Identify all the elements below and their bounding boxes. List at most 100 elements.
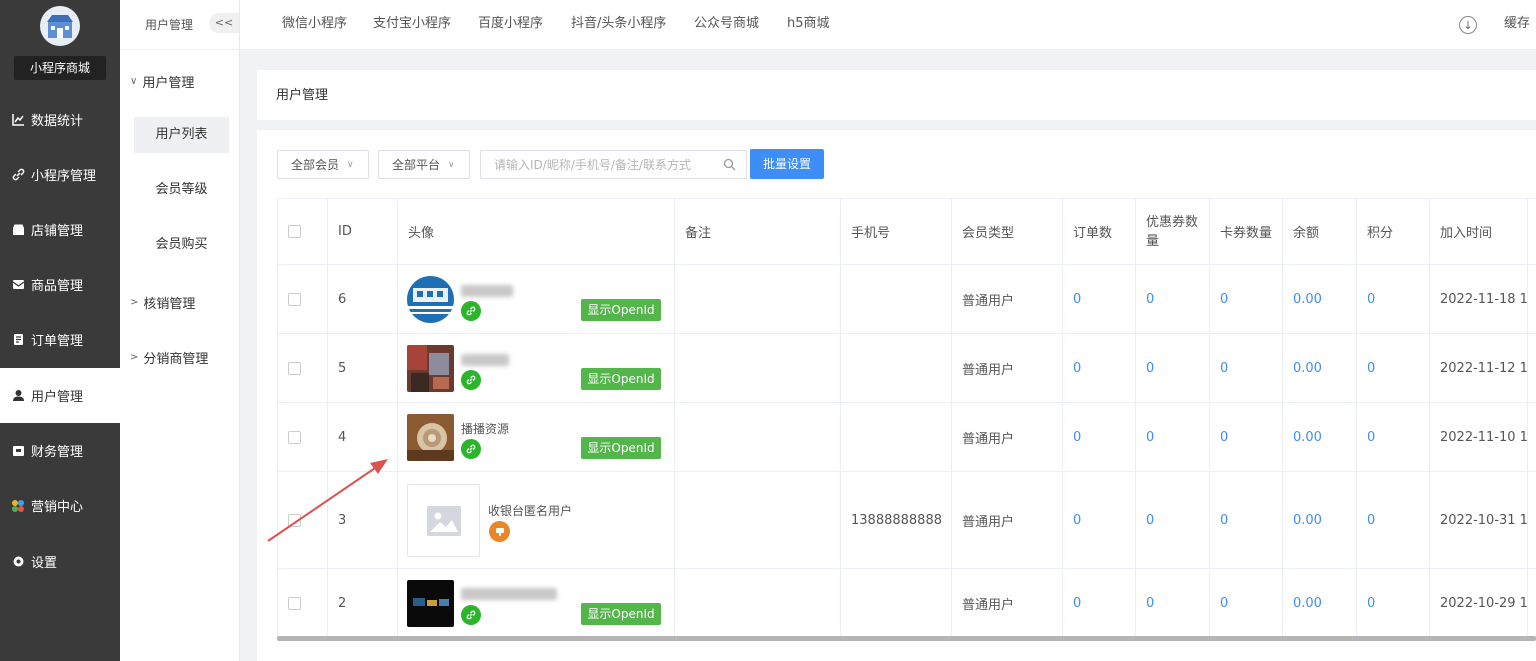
cell-id: 5	[328, 334, 398, 402]
cell-points[interactable]: 0	[1357, 403, 1430, 471]
cell-card-count[interactable]: 0	[1210, 334, 1283, 402]
cell-card-count[interactable]: 0	[1210, 569, 1283, 637]
avatar	[407, 580, 454, 627]
nav-item-marketing[interactable]: 营销中心	[0, 478, 120, 533]
row-checkbox[interactable]	[288, 513, 301, 527]
table-row[interactable]: 4 播播资源 显示OpenId 普通用户 0 0 0 0.00 0 2022-1…	[278, 403, 1536, 472]
show-openid-button[interactable]: 显示OpenId	[581, 299, 661, 321]
member-filter-select[interactable]: 全部会员 ∨	[277, 150, 369, 179]
cell-coupon-count[interactable]: 0	[1136, 472, 1210, 568]
cell-balance[interactable]: 0.00	[1283, 265, 1357, 333]
nav-item-settings[interactable]: 设置	[0, 534, 120, 589]
user-nickname	[461, 586, 557, 600]
sub-item-member-purchase[interactable]: 会员购买	[134, 227, 229, 263]
nav-item-finance[interactable]: 财务管理	[0, 423, 120, 478]
sub-sidebar: 用户管理 << ∨ 用户管理 用户列表 会员等级 会员购买 > 核销管理 > 分…	[120, 0, 240, 661]
row-checkbox[interactable]	[288, 361, 301, 375]
user-nickname: 播播资源	[461, 422, 510, 436]
collapse-sidebar-button[interactable]: <<	[209, 13, 239, 33]
cell-join-time: 2022-11-10 17:	[1430, 403, 1528, 471]
cell-balance[interactable]: 0.00	[1283, 403, 1357, 471]
table-row[interactable]: 2 显示OpenId 普通用户 0 0 0 0.00 0 2022-10-29 …	[278, 569, 1536, 638]
nav-label: 店铺管理	[31, 224, 84, 239]
batch-settings-button[interactable]: 批量设置	[750, 149, 824, 179]
nav-item-miniprogram[interactable]: 小程序管理	[0, 147, 120, 202]
link-icon	[11, 168, 25, 182]
tab-h5-mall[interactable]: h5商城	[787, 0, 830, 50]
table-row[interactable]: 3 收银台匿名用户 13888888888 普通用户 0 0 0 0.00 0 …	[278, 472, 1536, 569]
sub-group-distributor[interactable]: > 分销商管理	[130, 348, 208, 367]
cell-card-count[interactable]: 0	[1210, 472, 1283, 568]
cell-remark	[675, 472, 841, 568]
cell-points[interactable]: 0	[1357, 334, 1430, 402]
row-checkbox[interactable]	[288, 430, 301, 444]
table-header-row: ID 头像 备注 手机号 会员类型 订单数 优惠券数量 卡券数量 余额 积分 加…	[278, 199, 1536, 265]
cell-points[interactable]: 0	[1357, 265, 1430, 333]
tab-baidu-miniprogram[interactable]: 百度小程序	[478, 0, 543, 50]
cell-card-count[interactable]: 0	[1210, 265, 1283, 333]
download-icon[interactable]: ↓	[1459, 16, 1477, 34]
cell-points[interactable]: 0	[1357, 472, 1430, 568]
row-select-cell	[278, 403, 328, 471]
select-all-checkbox[interactable]	[288, 225, 301, 238]
sub-item-member-level[interactable]: 会员等级	[134, 172, 229, 208]
cell-phone	[841, 569, 952, 637]
cell-remark	[675, 334, 841, 402]
cell-card-count[interactable]: 0	[1210, 403, 1283, 471]
header-phone: 手机号	[841, 199, 952, 264]
show-openid-button[interactable]: 显示OpenId	[581, 437, 661, 459]
cell-balance[interactable]: 0.00	[1283, 569, 1357, 637]
sub-group-user-management[interactable]: ∨ 用户管理	[130, 72, 194, 91]
cell-member-type: 普通用户	[952, 334, 1063, 402]
cell-coupon-count[interactable]: 0	[1136, 569, 1210, 637]
cell-order-count[interactable]: 0	[1063, 569, 1136, 637]
nav-item-store[interactable]: 店铺管理	[0, 202, 120, 257]
row-checkbox[interactable]	[288, 292, 301, 306]
cell-balance[interactable]: 0.00	[1283, 334, 1357, 402]
cell-member-type: 普通用户	[952, 265, 1063, 333]
user-table: ID 头像 备注 手机号 会员类型 订单数 优惠券数量 卡券数量 余额 积分 加…	[277, 198, 1536, 639]
tab-wechat-miniprogram[interactable]: 微信小程序	[282, 0, 347, 50]
nav-label: 财务管理	[31, 445, 84, 460]
header-remark: 备注	[675, 199, 841, 264]
tab-alipay-miniprogram[interactable]: 支付宝小程序	[373, 0, 451, 50]
sub-group-verification[interactable]: > 核销管理	[130, 293, 195, 312]
search-input[interactable]: 请输入ID/昵称/手机号/备注/联系方式	[480, 150, 747, 179]
horizontal-scrollbar[interactable]	[277, 636, 1536, 641]
nav-item-goods[interactable]: 商品管理	[0, 257, 120, 312]
cache-button[interactable]: 缓存	[1504, 0, 1530, 48]
tab-official-account-mall[interactable]: 公众号商城	[694, 0, 759, 50]
tab-douyin-miniprogram[interactable]: 抖音/头条小程序	[571, 0, 666, 50]
show-openid-button[interactable]: 显示OpenId	[581, 368, 661, 390]
nav-item-users[interactable]: 用户管理	[0, 368, 120, 423]
marketing-icon	[11, 499, 25, 513]
store-logo-icon	[40, 6, 80, 46]
table-row[interactable]: 5 显示OpenId 普通用户 0 0 0 0.00 0 2022-11-12 …	[278, 334, 1536, 403]
gear-icon	[11, 555, 25, 569]
cell-coupon-count[interactable]: 0	[1136, 403, 1210, 471]
platform-filter-select[interactable]: 全部平台 ∨	[378, 150, 470, 179]
nav-item-orders[interactable]: 订单管理	[0, 312, 120, 367]
nav-item-statistics[interactable]: 数据统计	[0, 92, 120, 147]
order-icon	[11, 333, 25, 347]
blurred-nickname	[461, 587, 557, 600]
cell-order-count[interactable]: 0	[1063, 265, 1136, 333]
cell-points[interactable]: 0	[1357, 569, 1430, 637]
avatar	[407, 345, 454, 392]
search-icon[interactable]	[723, 158, 736, 171]
cell-order-count[interactable]: 0	[1063, 334, 1136, 402]
breadcrumb: 用户管理	[276, 88, 329, 103]
cell-coupon-count[interactable]: 0	[1136, 265, 1210, 333]
sub-item-user-list[interactable]: 用户列表	[134, 117, 229, 153]
cell-member-type: 普通用户	[952, 569, 1063, 637]
row-checkbox[interactable]	[288, 596, 301, 610]
cell-order-count[interactable]: 0	[1063, 403, 1136, 471]
cell-balance[interactable]: 0.00	[1283, 472, 1357, 568]
header-coupon-count: 优惠券数量	[1136, 199, 1210, 264]
cell-coupon-count[interactable]: 0	[1136, 334, 1210, 402]
store-icon	[11, 223, 25, 237]
main-sidebar: 小程序商城 数据统计 小程序管理 店铺管理 商品管理 订单管理 用户管理 财务管…	[0, 0, 120, 661]
show-openid-button[interactable]: 显示OpenId	[581, 603, 661, 625]
cell-order-count[interactable]: 0	[1063, 472, 1136, 568]
table-row[interactable]: 6 显示OpenId 普通用户 0 0 0 0.00 0 2022-11-18 …	[278, 265, 1536, 334]
